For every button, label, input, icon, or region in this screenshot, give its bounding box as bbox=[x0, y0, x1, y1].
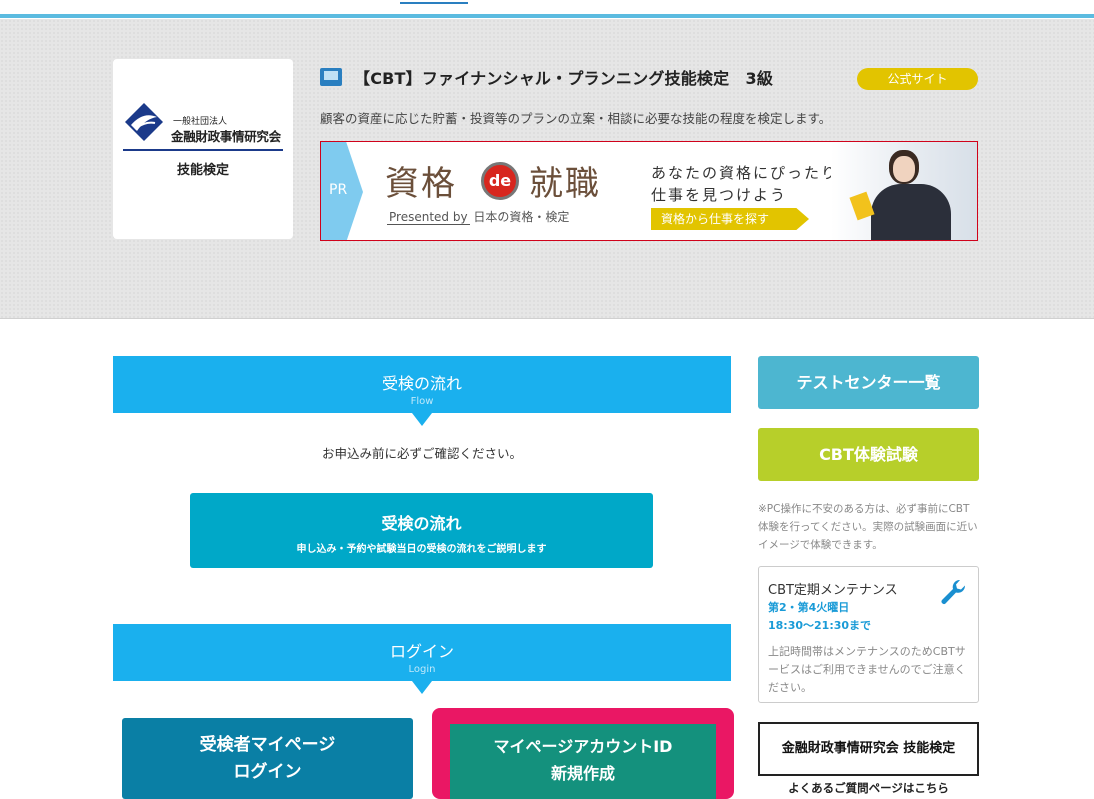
flow-section-subtitle: Flow bbox=[410, 396, 434, 407]
pr-copy-line2: 仕事を見つけよう bbox=[651, 186, 788, 204]
header-divider bbox=[0, 14, 1094, 18]
pr-logo-text-left: 資格 bbox=[385, 164, 457, 204]
exam-description: 顧客の資産に応じた貯蓄・投資等のプランの立案・相談に必要な技能の程度を検定します… bbox=[320, 111, 832, 126]
flow-section-title: 受検の流れ bbox=[381, 374, 462, 393]
flow-notice: お申込み前に必ずご確認ください。 bbox=[321, 446, 522, 461]
cbt-trial-note: ※PC操作に不安のある方は、必ず事前にCBT体験を行ってください。実際の試験画面… bbox=[758, 503, 978, 551]
wrench-icon bbox=[941, 579, 966, 604]
test-center-button[interactable]: テストセンター一覧 bbox=[758, 356, 979, 409]
maintenance-time: 18:30～21:30まで bbox=[768, 619, 872, 632]
maintenance-days: 第2・第4火曜日 bbox=[768, 601, 850, 614]
pr-cta-button[interactable]: 資格から仕事を探す bbox=[651, 208, 809, 230]
nav-fragment bbox=[400, 0, 468, 4]
flow-button-title: 受検の流れ bbox=[381, 514, 462, 533]
official-site-button[interactable]: 公式サイト bbox=[857, 68, 978, 90]
maintenance-title: CBT定期メンテナンス bbox=[768, 583, 898, 598]
login-section-title: ログイン bbox=[389, 642, 454, 661]
exam-hero: 一般社団法人 金融財政事情研究会 技能検定 【CBT】ファイナンシャル・プランニ… bbox=[0, 19, 1094, 319]
logo-subtitle: 技能検定 bbox=[176, 163, 229, 178]
pr-label: PR bbox=[329, 182, 348, 198]
maintenance-schedule: 第2・第4火曜日 18:30～21:30まで bbox=[768, 599, 871, 635]
top-header-strip bbox=[0, 0, 1094, 19]
exam-title: 【CBT】ファイナンシャル・プランニング技能検定 3級 bbox=[354, 69, 774, 88]
flow-section-header: 受検の流れ Flow bbox=[113, 356, 731, 426]
pr-banner[interactable]: PR 資格 de 就職 Presented by 日本の資格・検定 あなたの資格… bbox=[320, 141, 978, 241]
logo-divider bbox=[123, 149, 283, 151]
flow-button-subtitle: 申し込み・予約や試験当日の受検の流れをご説明します bbox=[296, 544, 547, 555]
pr-presented-by: Presented by 日本の資格・検定 bbox=[387, 208, 569, 225]
mypage-login-button[interactable]: 受検者マイページ ログイン bbox=[122, 718, 413, 799]
maintenance-note: 上記時間帯はメンテナンスのためCBTサービスはご利用できませんのでご注意ください… bbox=[768, 645, 966, 694]
mypage-login-line1: 受検者マイページ bbox=[199, 735, 336, 755]
pr-person-image bbox=[831, 142, 977, 240]
faq-banner[interactable]: 金融財政事情研究会 技能検定 bbox=[758, 722, 979, 776]
new-account-button[interactable]: マイページアカウントID 新規作成 bbox=[450, 724, 716, 799]
computer-icon bbox=[320, 68, 342, 86]
pr-logo-text-right: 就職 bbox=[529, 164, 601, 204]
flow-section-arrow bbox=[412, 413, 432, 426]
login-section-header: ログイン Login bbox=[113, 624, 731, 694]
logo-org-name: 金融財政事情研究会 bbox=[171, 129, 281, 144]
cbt-trial-button[interactable]: CBT体験試験 bbox=[758, 428, 979, 481]
pr-presented-label: Presented by bbox=[387, 210, 470, 225]
pr-logo-magnifier-icon: de bbox=[481, 162, 519, 200]
flow-button[interactable]: 受検の流れ 申し込み・予約や試験当日の受検の流れをご説明します bbox=[190, 493, 653, 568]
maintenance-box: CBT定期メンテナンス 第2・第4火曜日 18:30～21:30まで 上記時間帯… bbox=[758, 566, 979, 703]
exam-title-row: 【CBT】ファイナンシャル・プランニング技能検定 3級 bbox=[320, 66, 773, 88]
login-section-subtitle: Login bbox=[408, 664, 436, 675]
new-account-line2: 新規作成 bbox=[550, 764, 615, 783]
org-logo-card: 一般社団法人 金融財政事情研究会 技能検定 bbox=[113, 59, 293, 239]
pr-presented-org: 日本の資格・検定 bbox=[473, 210, 570, 224]
faq-link[interactable]: よくあるご質問ページはこちら bbox=[758, 780, 979, 796]
new-account-line1: マイページアカウントID bbox=[493, 737, 673, 756]
pr-copy: あなたの資格にぴったりな 仕事を見つけよう bbox=[651, 162, 855, 206]
mypage-login-line2: ログイン bbox=[233, 762, 302, 782]
login-section-arrow bbox=[412, 681, 432, 694]
kinzai-logo-icon bbox=[125, 103, 163, 141]
pr-copy-line1: あなたの資格にぴったりな bbox=[651, 164, 856, 182]
